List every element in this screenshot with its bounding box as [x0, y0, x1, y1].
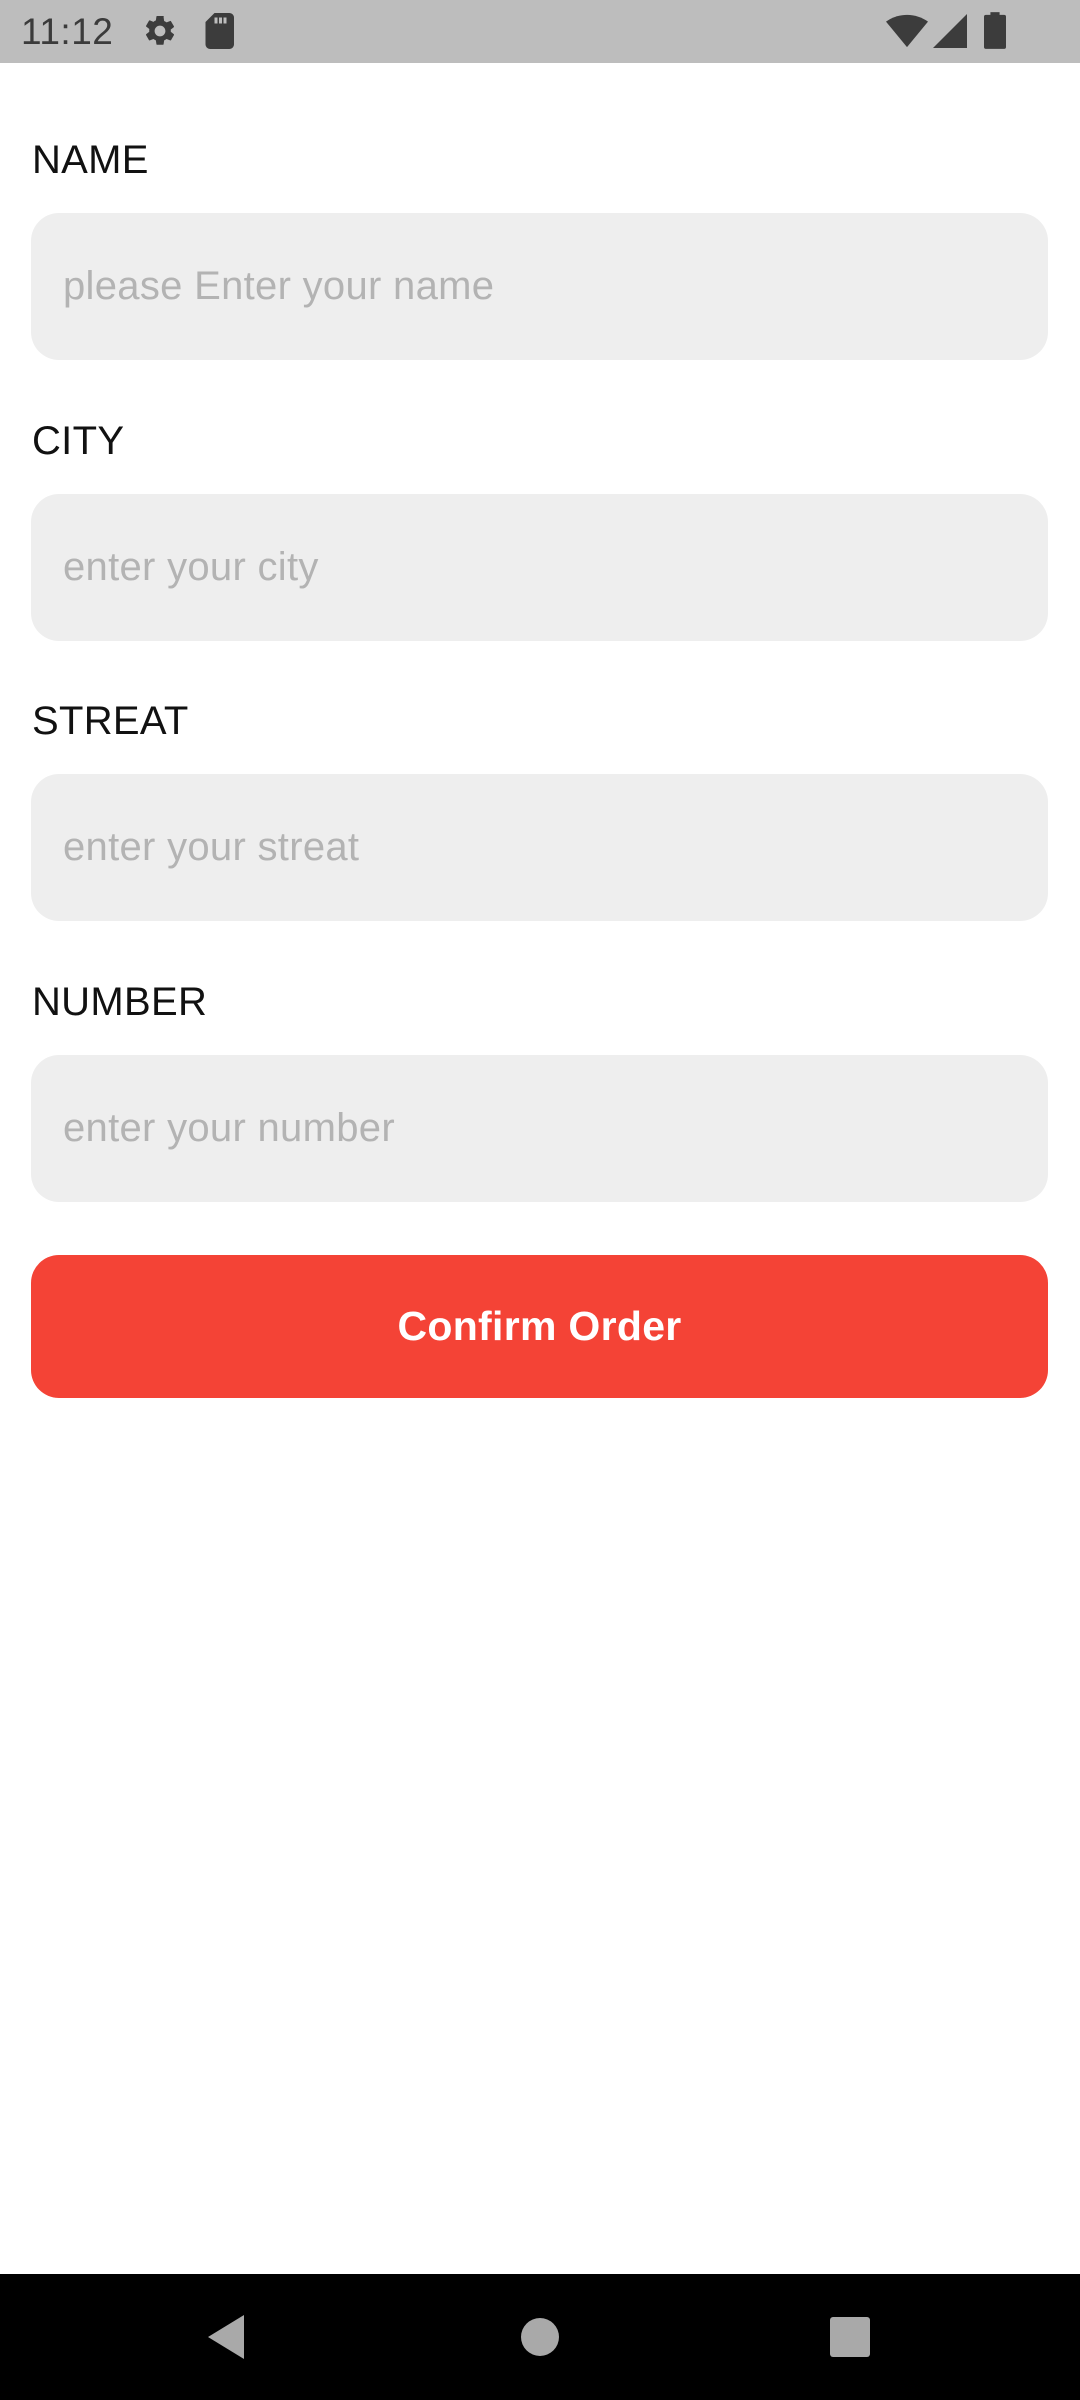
name-input[interactable] [31, 213, 1048, 360]
number-input[interactable] [31, 1055, 1048, 1202]
recents-button[interactable] [770, 2274, 930, 2400]
street-label: STREAT [32, 699, 189, 743]
confirm-order-button[interactable]: Confirm Order [31, 1255, 1048, 1398]
wifi-icon [886, 14, 928, 48]
street-input[interactable] [31, 774, 1048, 921]
city-input[interactable] [31, 494, 1048, 641]
number-label: NUMBER [32, 980, 208, 1024]
home-button[interactable] [460, 2274, 620, 2400]
navigation-bar [0, 2274, 1080, 2400]
back-button[interactable] [146, 2274, 306, 2400]
cell-signal-icon [933, 14, 967, 48]
city-label: CITY [32, 419, 125, 463]
back-icon [208, 2315, 244, 2359]
gear-icon [145, 15, 175, 45]
battery-icon [984, 12, 1006, 49]
status-bar: 11:12 [0, 0, 1080, 63]
order-form-screen: 11:12 NAME CITY STREAT NUMBER Confirm Or… [0, 0, 1080, 2400]
sd-card-icon [205, 13, 234, 49]
home-icon [521, 2318, 559, 2356]
recents-icon [830, 2317, 870, 2357]
status-time: 11:12 [21, 11, 114, 52]
name-label: NAME [32, 138, 149, 182]
